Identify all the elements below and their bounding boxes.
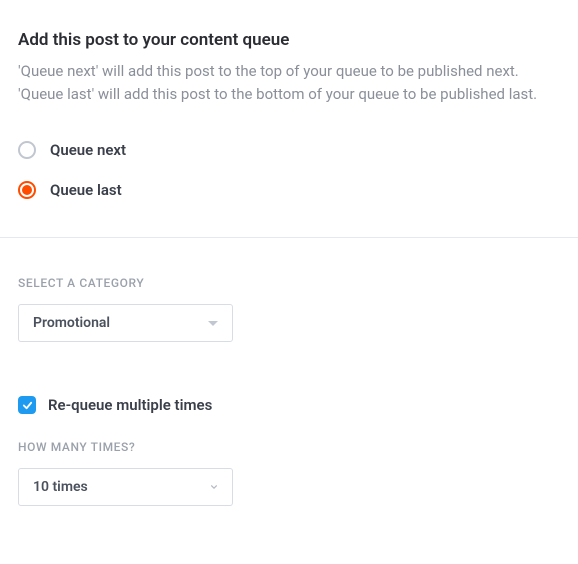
section-description: 'Queue next' will add this post to the t… xyxy=(18,60,558,105)
select-value: Promotional xyxy=(33,315,110,331)
queue-last-radio[interactable]: Queue last xyxy=(18,181,560,199)
check-icon xyxy=(22,400,33,411)
checkbox-label: Re-queue multiple times xyxy=(48,396,212,414)
category-select[interactable]: Promotional xyxy=(18,304,233,342)
radio-icon xyxy=(18,141,36,159)
section-heading: Add this post to your content queue xyxy=(18,30,560,50)
checkbox-icon xyxy=(18,396,36,414)
category-field-label: SELECT A CATEGORY xyxy=(18,276,560,290)
times-field-label: HOW MANY TIMES? xyxy=(18,440,560,454)
select-value: 10 times xyxy=(33,479,88,495)
chevron-down-icon xyxy=(210,483,218,491)
queue-position-radio-group: Queue next Queue last xyxy=(18,141,560,199)
section-divider xyxy=(0,237,578,238)
radio-dot-icon xyxy=(22,185,32,195)
radio-icon xyxy=(18,181,36,199)
times-select[interactable]: 10 times xyxy=(18,468,233,506)
requeue-checkbox[interactable]: Re-queue multiple times xyxy=(18,396,560,414)
radio-label: Queue last xyxy=(50,181,122,199)
queue-next-radio[interactable]: Queue next xyxy=(18,141,560,159)
radio-label: Queue next xyxy=(50,141,126,159)
chevron-down-icon xyxy=(208,321,218,326)
